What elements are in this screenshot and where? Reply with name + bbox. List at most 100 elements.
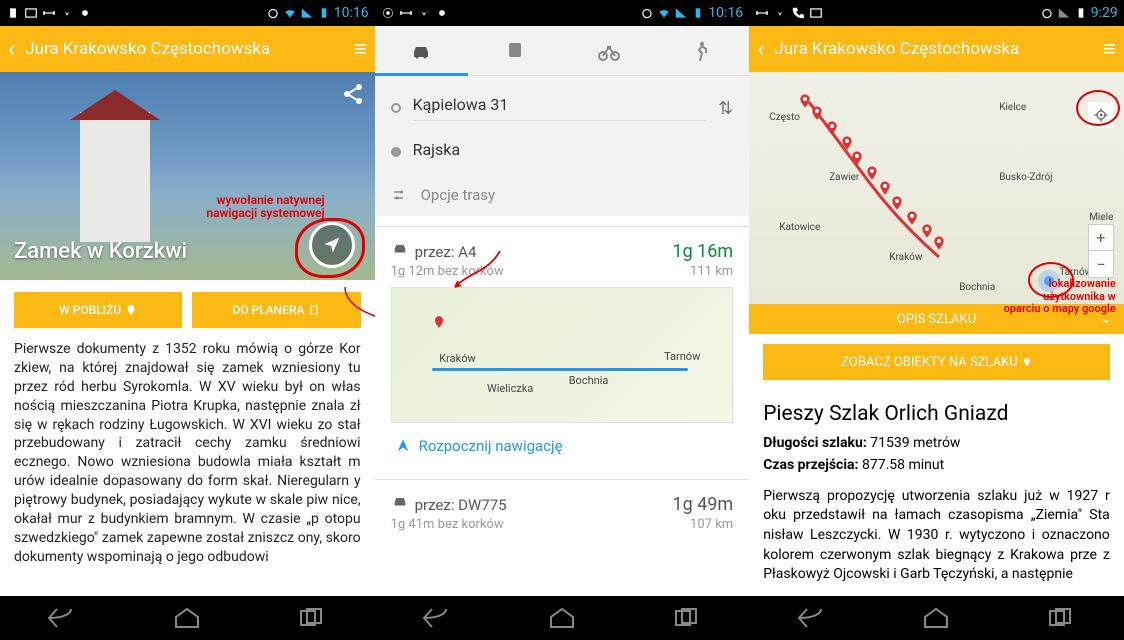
map-pin-icon [824, 117, 840, 139]
route-options[interactable]: Opcje trasy [375, 174, 750, 216]
route-card-2[interactable]: przez: DW775 1g 49m 1g 41m bez korków 10… [375, 479, 750, 540]
phone-screen-3: 9:29 ‹ Jura Krakowsko Częstochowska ≡ Cz… [749, 0, 1124, 640]
recent-nav-icon[interactable] [672, 607, 702, 629]
zoom-in-button[interactable]: + [1089, 225, 1113, 251]
settings-icon [391, 186, 409, 204]
bus-icon [503, 39, 527, 63]
trail-length: Długości szlaku: 71539 metrów [749, 432, 1124, 454]
wifi-icon [657, 6, 671, 20]
download-icon [417, 6, 431, 20]
share-icon[interactable] [341, 82, 365, 106]
dest-field[interactable]: Rajska [413, 140, 734, 165]
home-nav-icon[interactable] [547, 607, 577, 629]
route-time: 1g 49m [672, 494, 733, 515]
recent-nav-icon[interactable] [1046, 607, 1076, 629]
pin-icon [125, 304, 137, 316]
navigation-arrow-icon [395, 438, 411, 454]
battery-icon [6, 6, 20, 20]
origin-field[interactable]: Kąpielowa 31 [413, 95, 707, 121]
alarm-icon [640, 6, 654, 20]
image-icon [24, 6, 38, 20]
route-distance: 111 km [690, 264, 733, 279]
status-time: 9:29 [1091, 5, 1118, 21]
car-icon [391, 239, 409, 257]
annotation-circle-top [1076, 90, 1120, 126]
signal-icon [674, 6, 688, 20]
poi-description: Pierwsze dokumenty z 1352 roku mówią o g… [0, 340, 375, 567]
zoom-out-button[interactable]: − [1089, 251, 1113, 277]
route-inputs: Kąpielowa 31 ⇅ Rajska [375, 76, 750, 174]
tab-bike[interactable] [562, 26, 656, 75]
screen1-content: ‹ Jura Krakowsko Częstochowska ≡ Zamek w… [0, 26, 375, 596]
header-title: Jura Krakowsko Częstochowska [774, 39, 1103, 59]
download-icon [773, 6, 787, 20]
signal-icon [1057, 6, 1071, 20]
hero-title: Zamek w Korzkwi [14, 239, 187, 264]
android-icon [435, 6, 449, 20]
android-icon [78, 6, 92, 20]
nearby-button[interactable]: W POBLIŻU [14, 292, 182, 328]
bike-icon [597, 39, 621, 63]
status-bar: 10:16 [0, 0, 375, 26]
tab-walk[interactable] [656, 26, 750, 75]
swap-button[interactable]: ⇅ [718, 98, 733, 119]
phone-screen-2: 10:16 Kąpielowa 31 ⇅ Rajska Opcje trasy [375, 0, 750, 640]
origin-dot-icon [391, 103, 401, 113]
route-distance: 107 km [690, 517, 733, 532]
system-nav-bar [749, 596, 1124, 640]
tab-transit[interactable] [468, 26, 562, 75]
trail-map[interactable]: Często Zawier Katowice Kraków Kielce Bus… [749, 72, 1124, 304]
route-time: 1g 16m [672, 241, 733, 262]
route-card-1[interactable]: przez: A4 1g 16m 1g 12m bez korków 111 k… [375, 226, 750, 469]
map-pin-icon [889, 192, 905, 214]
status-time: 10:16 [334, 5, 369, 21]
trail-description: Pierwszą propozycję utworzenia szlaku ju… [749, 477, 1124, 585]
car-icon [409, 39, 433, 63]
phone-screen-1: 10:16 ‹ Jura Krakowsko Częstochowska ≡ Z… [0, 0, 375, 640]
dest-dot-icon [391, 147, 401, 157]
recent-nav-icon[interactable] [297, 607, 327, 629]
location-icon [381, 6, 395, 20]
status-time: 10:16 [708, 5, 743, 21]
map-pin-icon [904, 207, 920, 229]
system-nav-bar [375, 596, 750, 640]
menu-icon[interactable]: ≡ [1103, 36, 1116, 62]
status-bar: 10:16 [375, 0, 750, 26]
image-icon [809, 6, 823, 20]
back-nav-icon[interactable] [47, 607, 77, 629]
header-title: Jura Krakowsko Częstochowska [25, 39, 354, 59]
menu-icon[interactable]: ≡ [354, 36, 367, 62]
annotation-location: lokalizowanie użytkownika w oparciu o ma… [1004, 278, 1116, 316]
signal-icon [300, 6, 314, 20]
app-header: ‹ Jura Krakowsko Częstochowska ≡ [0, 26, 375, 72]
tab-car[interactable] [375, 26, 469, 75]
map-pin-icon [849, 147, 865, 169]
home-nav-icon[interactable] [921, 607, 951, 629]
route-traffic: 1g 41m bez korków [391, 517, 690, 532]
annotation-arrow [300, 286, 375, 346]
back-nav-icon[interactable] [797, 607, 827, 629]
system-nav-bar [0, 596, 375, 640]
transport-mode-tabs [375, 26, 750, 76]
trail-title: Pieszy Szlak Orlich Gniazd [749, 390, 1124, 432]
home-nav-icon[interactable] [172, 607, 202, 629]
route-mini-map[interactable]: Kraków Wieliczka Bochnia Tarnów [391, 287, 734, 423]
see-objects-button[interactable]: ZOBACZ OBIEKTY NA SZLAKU [763, 344, 1110, 380]
battery-icon [691, 6, 705, 20]
phone-icon [791, 6, 805, 20]
zoom-control: + − [1088, 224, 1114, 278]
battery-icon [1074, 6, 1088, 20]
back-button[interactable]: ‹ [757, 35, 764, 63]
dumbbell-icon [399, 6, 413, 20]
back-nav-icon[interactable] [422, 607, 452, 629]
back-button[interactable]: ‹ [8, 35, 15, 63]
status-bar: 9:29 [749, 0, 1124, 26]
hero-image: Zamek w Korzkwi wywołanie natywnej nawig… [0, 72, 375, 280]
battery-icon [317, 6, 331, 20]
start-navigation-button[interactable]: Rozpocznij nawigację [375, 423, 750, 469]
alarm-icon [1040, 6, 1054, 20]
map-pin-icon [931, 232, 947, 254]
annotation-circle [295, 218, 365, 278]
dumbbell-icon [42, 6, 56, 20]
alarm-icon [266, 6, 280, 20]
